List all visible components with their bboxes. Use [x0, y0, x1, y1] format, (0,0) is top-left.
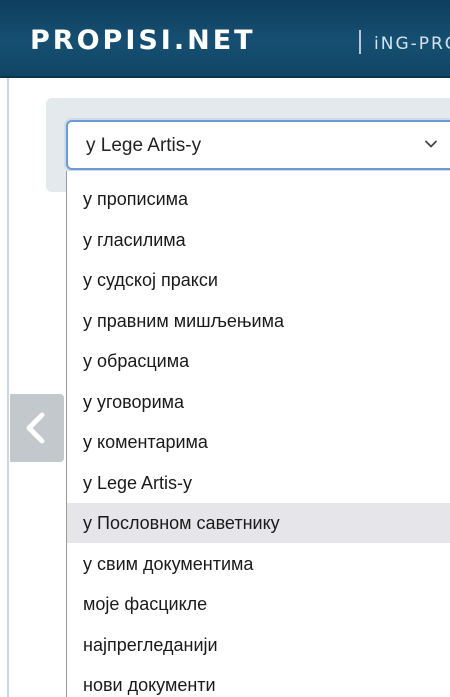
option-svi-dokumenti[interactable]: у свим документима — [67, 544, 450, 584]
option-moje-fascikle[interactable]: моје фасцикле — [67, 584, 450, 624]
option-lege-artis[interactable]: у Lege Artis-у — [67, 463, 450, 503]
select-value: у Lege Artis-у — [86, 135, 202, 156]
site-logo[interactable]: PROPISI.NET — [30, 26, 256, 56]
option-glasila[interactable]: у гласилима — [67, 220, 450, 260]
search-scope-dropdown: у прописима у гласилима у судској пракси… — [66, 171, 450, 697]
option-propisi[interactable]: у прописима — [67, 179, 450, 219]
option-obrasci[interactable]: у обрасцима — [67, 341, 450, 381]
logo-divider — [359, 30, 361, 54]
chevron-left-icon — [26, 412, 45, 444]
option-najpregledaniji[interactable]: најпрегледанији — [67, 625, 450, 665]
search-scope-select[interactable]: у Lege Artis-у — [66, 120, 450, 170]
option-novi-dokumenti[interactable]: нови документи — [67, 665, 450, 697]
page: PROPISI.NET iNG-PRO у Lege Artis-у у про… — [0, 0, 450, 697]
top-header: PROPISI.NET iNG-PRO — [0, 0, 450, 78]
option-ugovori[interactable]: у уговорима — [67, 382, 450, 422]
option-sudska-praksa[interactable]: у судској пракси — [67, 260, 450, 300]
left-rail-divider — [7, 78, 9, 697]
back-tab-button[interactable] — [10, 394, 64, 462]
sub-brand[interactable]: iNG-PRO — [374, 34, 450, 54]
option-komentari[interactable]: у коментарима — [67, 422, 450, 462]
option-pravna-misljenja[interactable]: у правним мишљењима — [67, 301, 450, 341]
chevron-down-icon[interactable] — [423, 136, 439, 152]
option-poslovni-savetnik[interactable]: у Пословном саветнику — [67, 503, 450, 543]
